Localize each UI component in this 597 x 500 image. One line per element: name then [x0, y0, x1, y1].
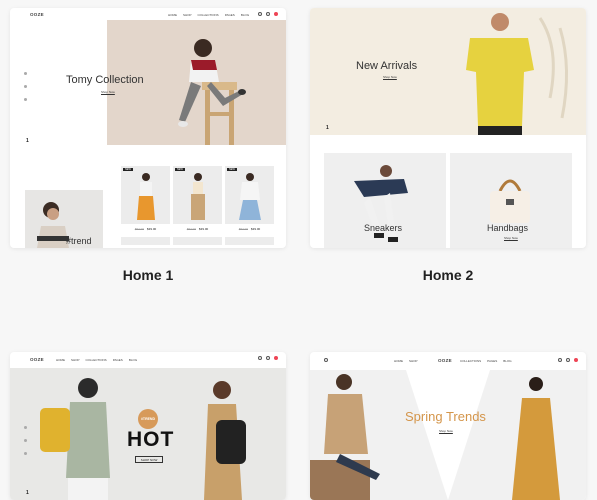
home1-slide-counter: 1	[26, 138, 29, 144]
home1-preview-card[interactable]: OOZE HOME SHOP COLLECTIONS PAGES BLOG Tomy C…	[10, 8, 286, 248]
nav-link: PAGES	[487, 359, 498, 363]
user-icon	[566, 358, 570, 362]
nav-link: COLLECTIONS	[460, 359, 482, 363]
new-badge: NEW	[227, 168, 237, 171]
new-badge: NEW	[123, 168, 133, 171]
home4-hero-banner	[310, 370, 586, 500]
home3-slide-dots	[24, 426, 27, 455]
home1-caption[interactable]: Home 1	[98, 267, 198, 283]
nav-link: BLOG	[240, 13, 250, 17]
home1-hero-link[interactable]: Shop Now	[101, 90, 115, 94]
nav-link: BLOG	[128, 358, 138, 362]
home2-tile-sneakers[interactable]: Sneakers	[324, 153, 446, 248]
home1-slide-dots	[24, 72, 27, 101]
home4-nav-links-right: COLLECTIONS PAGES BLOG	[460, 359, 518, 363]
home2-tile-handbags-label: Handbags	[487, 223, 529, 233]
nav-link: PAGES	[112, 358, 123, 362]
home3-hero-button[interactable]: SHOP NOW	[135, 456, 163, 463]
two-models-spring-photo	[310, 370, 560, 500]
home2-hero-link[interactable]: Shop Now	[383, 75, 397, 79]
home1-hero-title: Tomy Collection	[66, 74, 144, 86]
home3-preview-card[interactable]: OOZE HOME SHOP COLLECTIONS PAGES BLOG #TREND…	[10, 352, 286, 500]
home4-hero-title: Spring Trends	[405, 409, 486, 424]
price: $39.00	[199, 227, 209, 231]
home4-hero-link[interactable]: Shop Now	[439, 429, 453, 433]
handbag-photo	[490, 179, 530, 223]
nav-link: COLLECTIONS	[85, 358, 107, 362]
cart-icon	[274, 356, 278, 360]
home4-nav-links-left: HOME SHOP	[394, 359, 424, 363]
model-orange-skirt-photo	[137, 173, 155, 220]
model-beige-outfit-photo	[191, 173, 205, 220]
home1-logo: OOZE	[30, 12, 44, 17]
home4-logo: OOZE	[438, 358, 452, 363]
home2-preview-card[interactable]: New Arrivals Shop Now 1 Sneakers Handbag…	[310, 8, 586, 248]
home1-product-card[interactable]: NEW $54.00 $39.00	[121, 166, 170, 248]
model-white-jacket-photo	[239, 173, 261, 220]
home2-slide-counter: 1	[326, 125, 329, 131]
new-badge: NEW	[175, 168, 185, 171]
home3-tag-circle: #TREND	[138, 409, 158, 429]
home3-nav-links: HOME SHOP COLLECTIONS PAGES BLOG	[56, 358, 143, 362]
price: $39.00	[251, 227, 261, 231]
home2-hero-banner	[310, 8, 586, 135]
price-old: $54.00	[238, 227, 248, 231]
home4-preview-card[interactable]: HOME SHOP OOZE COLLECTIONS PAGES BLOG Sprin…	[310, 352, 586, 500]
home2-tile-handbags-link[interactable]: Shop Now	[504, 236, 518, 240]
nav-link: HOME	[394, 359, 403, 363]
nav-link: HOME	[56, 358, 65, 362]
home1-nav-links: HOME SHOP COLLECTIONS PAGES BLOG	[168, 13, 255, 17]
price: $39.00	[147, 227, 157, 231]
user-icon	[266, 356, 270, 360]
home2-hero-title: New Arrivals	[356, 60, 418, 72]
menu-icon	[324, 358, 328, 362]
home1-product-card[interactable]: NEW $54.00 $39.00	[225, 166, 274, 248]
search-icon	[558, 358, 562, 362]
home3-logo: OOZE	[30, 357, 44, 362]
home1-product-card[interactable]: NEW $54.00 $39.00	[173, 166, 222, 248]
user-icon	[266, 12, 270, 16]
nav-link: SHOP	[183, 13, 192, 17]
price-old: $54.00	[186, 227, 196, 231]
search-icon	[258, 356, 262, 360]
nav-link: PAGES	[224, 13, 235, 17]
home2-tile-handbags[interactable]: Handbags Shop Now	[450, 153, 572, 248]
home3-nav-icons	[258, 356, 278, 360]
home4-nav-icons	[558, 358, 578, 362]
man-yellow-shirt-photo	[466, 13, 568, 135]
home2-tile-sneakers-label: Sneakers	[364, 223, 403, 233]
nav-link: BLOG	[503, 359, 512, 363]
home3-tag: #TREND	[140, 417, 155, 421]
home4-mini-navbar: HOME SHOP OOZE COLLECTIONS PAGES BLOG	[310, 352, 586, 366]
home1-trend-label: #trend	[66, 236, 92, 246]
search-icon	[258, 12, 262, 16]
cart-icon	[274, 12, 278, 16]
price-old: $54.00	[134, 227, 144, 231]
nav-link: SHOP	[71, 358, 80, 362]
home1-nav-icons	[258, 12, 278, 16]
home2-caption[interactable]: Home 2	[398, 267, 498, 283]
home3-slide-counter: 1	[26, 490, 29, 496]
nav-link: COLLECTIONS	[197, 13, 219, 17]
nav-link: SHOP	[409, 359, 418, 363]
nav-link: HOME	[168, 13, 177, 17]
home3-hero-title: HOT	[127, 428, 175, 451]
man-jumping-sneakers-photo	[354, 165, 408, 242]
home3-mini-navbar: OOZE HOME SHOP COLLECTIONS PAGES BLOG	[10, 352, 286, 366]
cart-icon	[574, 358, 578, 362]
